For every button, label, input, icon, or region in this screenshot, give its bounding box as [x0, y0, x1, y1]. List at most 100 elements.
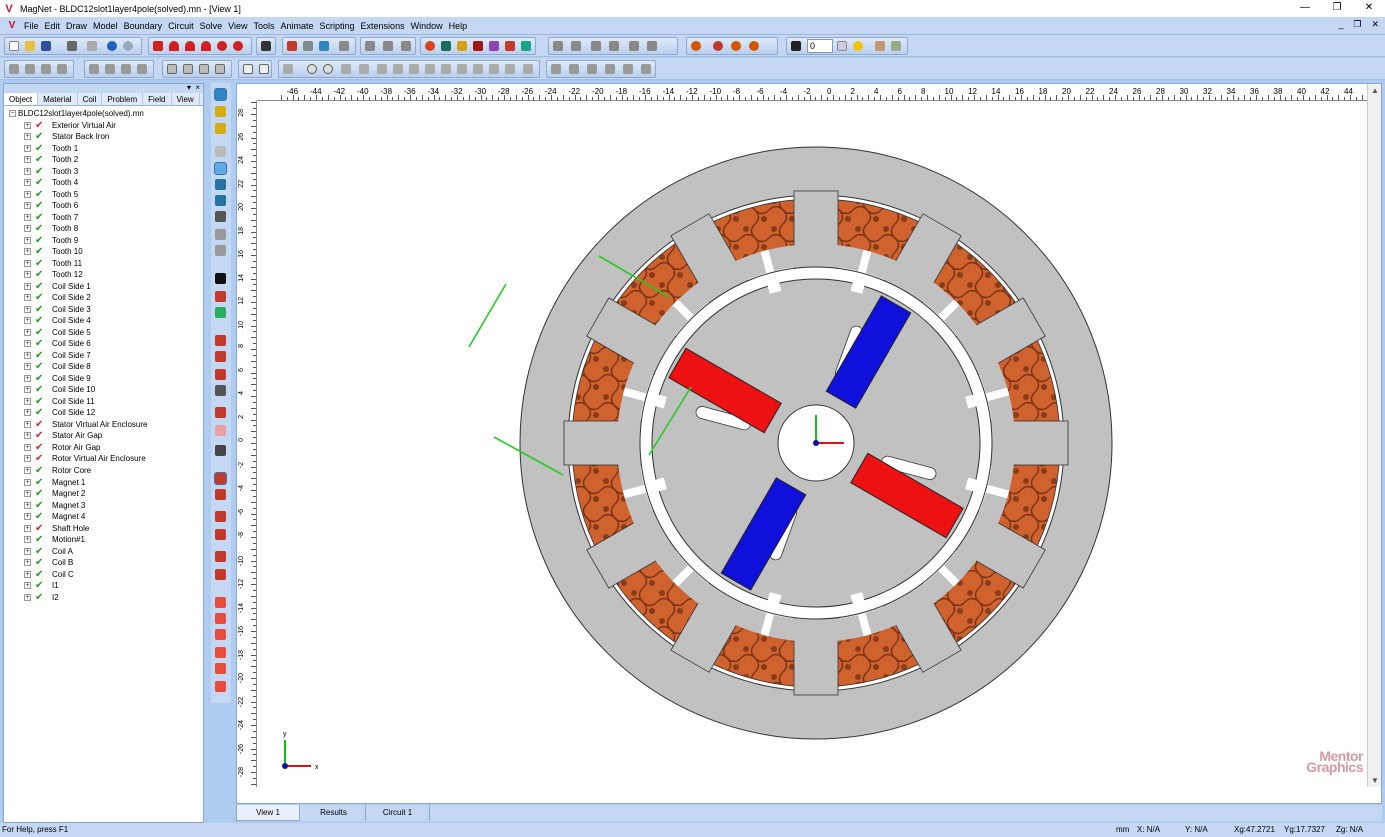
align-right-icon[interactable]	[41, 64, 51, 74]
zoom-in-icon[interactable]	[215, 106, 226, 117]
mdi-close-button[interactable]: ✕	[1371, 19, 1379, 30]
distribute-v-icon[interactable]	[569, 64, 579, 74]
tab-object[interactable]: Object	[4, 93, 39, 105]
expand-icon[interactable]: +	[24, 420, 31, 428]
snap-grid-icon[interactable]	[215, 613, 226, 624]
zoom-window-icon[interactable]	[215, 146, 226, 157]
expand-icon[interactable]: +	[24, 190, 31, 198]
extrude-icon[interactable]	[303, 41, 313, 51]
align-top-icon[interactable]	[57, 64, 67, 74]
capacitor-icon[interactable]	[359, 64, 369, 74]
menu-help[interactable]: Help	[449, 21, 468, 31]
expand-icon[interactable]: +	[24, 455, 31, 463]
tree-item[interactable]: + ✔ Stator Back Iron	[4, 131, 203, 143]
pyramid-icon[interactable]	[521, 41, 531, 51]
tree-item[interactable]: + ✔ Magnet 1	[4, 477, 203, 489]
expand-icon[interactable]: +	[24, 536, 31, 544]
tree-root[interactable]: − BLDC12slot1layer4pole(solved).mn	[4, 108, 203, 120]
align-center-icon[interactable]	[25, 64, 35, 74]
expand-icon[interactable]: +	[24, 202, 31, 210]
resistor-icon[interactable]	[341, 64, 351, 74]
expand-icon[interactable]: +	[24, 397, 31, 405]
tree-item[interactable]: + ✔ Magnet 4	[4, 511, 203, 523]
select-vertex-icon[interactable]	[215, 291, 226, 302]
select-edge-icon[interactable]	[215, 307, 226, 318]
send-back-icon[interactable]	[641, 64, 651, 74]
connector-icon[interactable]	[489, 64, 499, 74]
rows-icon[interactable]	[609, 41, 619, 51]
expand-icon[interactable]: +	[24, 593, 31, 601]
intersect-icon[interactable]	[199, 64, 209, 74]
select-region-icon[interactable]	[215, 385, 226, 396]
menu-file[interactable]: File	[24, 21, 39, 31]
restore-button[interactable]: ❐	[1321, 0, 1353, 16]
tab-view-1[interactable]: View 1	[236, 805, 300, 821]
tree-item[interactable]: + ✔ I1	[4, 580, 203, 592]
tree-item[interactable]: + ✔ Coil Side 8	[4, 361, 203, 373]
panel-close-button[interactable]: ×	[195, 83, 200, 92]
save-icon[interactable]	[41, 41, 51, 51]
inductor-icon[interactable]	[377, 64, 387, 74]
select-object-icon[interactable]	[214, 88, 227, 101]
tree-item[interactable]: + ✔ Rotor Core	[4, 465, 203, 477]
tree-item[interactable]: + ✔ Coil Side 1	[4, 281, 203, 293]
expand-icon[interactable]: +	[24, 271, 31, 279]
tree-item[interactable]: + ✔ Coil Side 4	[4, 315, 203, 327]
tree-item[interactable]: + ✔ Exterior Virtual Air	[4, 120, 203, 132]
menu-model[interactable]: Model	[93, 21, 118, 31]
menu-animate[interactable]: Animate	[281, 21, 314, 31]
panel-minimize-button[interactable]: ▾	[187, 83, 191, 92]
tree-item[interactable]: + ✔ Coil Side 5	[4, 327, 203, 339]
expand-icon[interactable]: +	[24, 559, 31, 567]
expand-icon[interactable]: +	[24, 144, 31, 152]
tree-item[interactable]: + ✔ Rotor Air Gap	[4, 442, 203, 454]
expand-icon[interactable]: +	[24, 317, 31, 325]
tree-item[interactable]: + ✔ Coil Side 9	[4, 373, 203, 385]
snap-tangent-icon[interactable]	[215, 681, 226, 692]
pan-icon[interactable]	[214, 162, 227, 175]
record-icon[interactable]	[875, 41, 885, 51]
camera-icon[interactable]	[791, 41, 801, 51]
pointer-icon[interactable]	[215, 273, 226, 284]
tree-item[interactable]: + ✔ Tooth 6	[4, 200, 203, 212]
tab-circuit-1[interactable]: Circuit 1	[366, 805, 430, 821]
tree-item[interactable]: + ✔ Coil Side 3	[4, 304, 203, 316]
tree-item[interactable]: + ✔ I2	[4, 592, 203, 604]
expand-icon[interactable]: +	[24, 294, 31, 302]
sweep-icon[interactable]	[319, 41, 329, 51]
split-body-icon[interactable]	[215, 64, 225, 74]
columns-icon[interactable]	[591, 41, 601, 51]
tree-item[interactable]: + ✔ Tooth 1	[4, 143, 203, 155]
bring-front-icon[interactable]	[623, 64, 633, 74]
menu-draw[interactable]: Draw	[66, 21, 87, 31]
grid-icon[interactable]	[553, 41, 563, 51]
axis-xy-icon[interactable]	[214, 472, 227, 485]
tree-item[interactable]: + ✔ Coil Side 2	[4, 292, 203, 304]
solve-timeharmonic-icon[interactable]	[713, 41, 723, 51]
move-icon[interactable]	[89, 64, 99, 74]
meter-icon[interactable]	[425, 64, 435, 74]
diode-icon[interactable]	[441, 64, 451, 74]
menu-circuit[interactable]: Circuit	[168, 21, 194, 31]
expand-icon[interactable]: +	[24, 167, 31, 175]
expand-icon[interactable]: +	[24, 524, 31, 532]
tree-item[interactable]: + ✔ Coil C	[4, 569, 203, 581]
menu-window[interactable]: Window	[411, 21, 443, 31]
expand-icon[interactable]: +	[24, 478, 31, 486]
solve-motion-icon[interactable]	[749, 41, 759, 51]
print-icon[interactable]	[67, 41, 77, 51]
distribute-h-icon[interactable]	[551, 64, 561, 74]
tree-item[interactable]: + ✔ Shaft Hole	[4, 523, 203, 535]
box-icon[interactable]	[441, 41, 451, 51]
tree-item[interactable]: + ✔ Coil Side 12	[4, 407, 203, 419]
solve-static-icon[interactable]	[691, 41, 701, 51]
expand-icon[interactable]: +	[24, 340, 31, 348]
axis-xz-icon[interactable]	[215, 511, 226, 522]
snap-center-icon[interactable]	[215, 647, 226, 658]
expand-icon[interactable]: +	[24, 547, 31, 555]
cube-icon[interactable]	[505, 41, 515, 51]
axis-yz-icon[interactable]	[215, 489, 226, 500]
tab-coil[interactable]: Coil	[78, 93, 103, 105]
label-icon[interactable]	[523, 64, 533, 74]
tree-item[interactable]: + ✔ Magnet 2	[4, 488, 203, 500]
